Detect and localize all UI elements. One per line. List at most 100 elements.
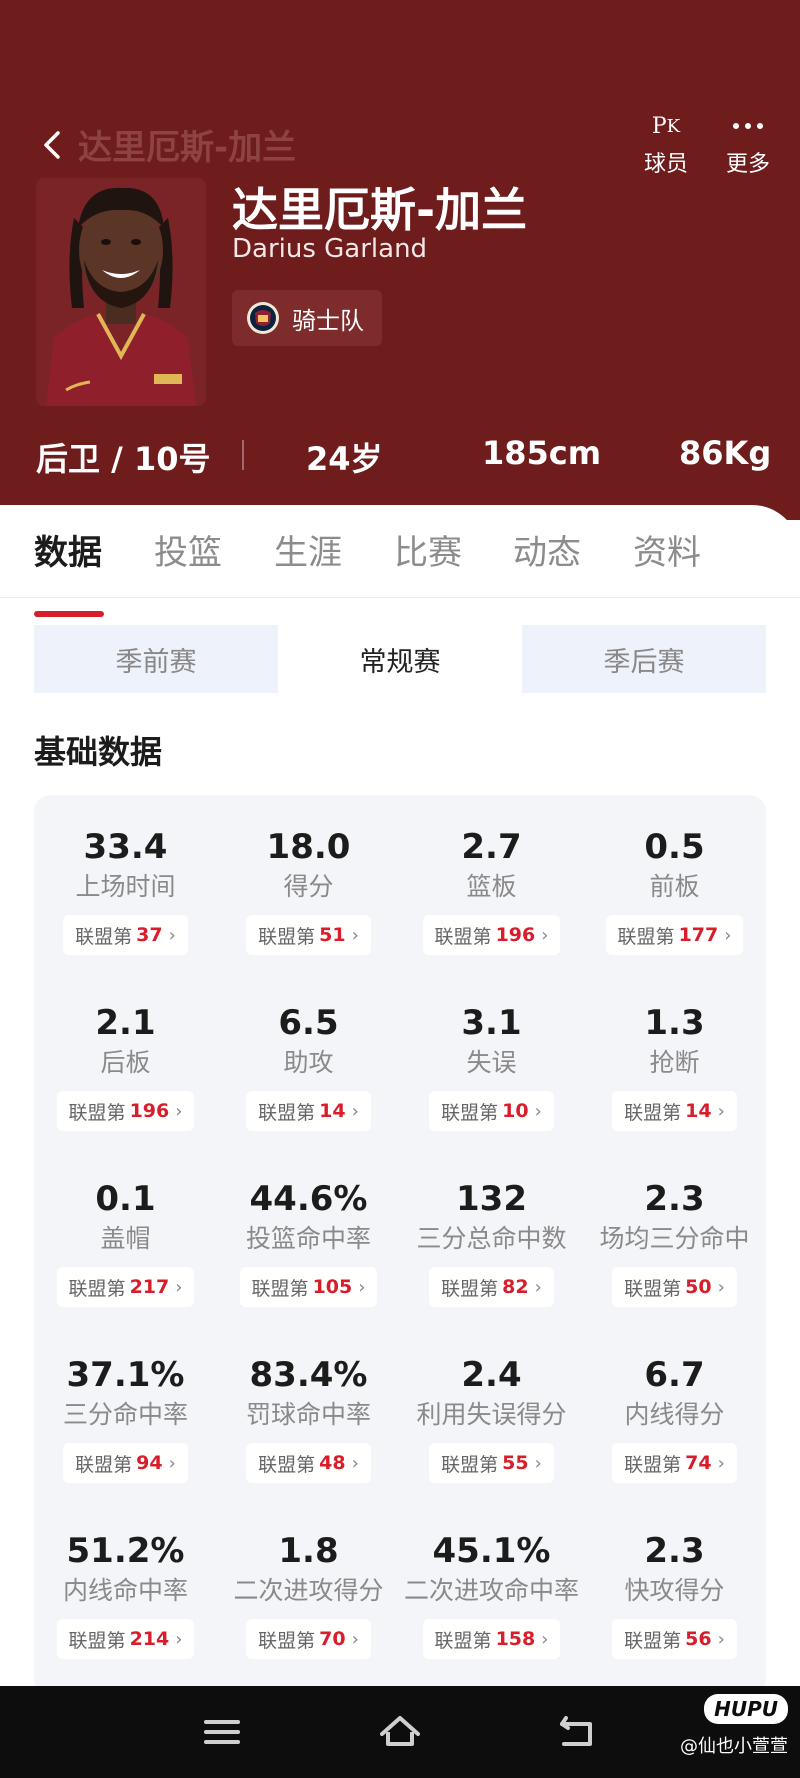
league-rank-button[interactable]: 联盟第 48 › [246, 1443, 371, 1483]
stat-value: 0.1 [95, 1179, 156, 1219]
stat-cell: 2.1 后板 联盟第 196 › [34, 971, 217, 1131]
league-rank-button[interactable]: 联盟第 105 › [239, 1267, 378, 1307]
section-title: 基础数据 [34, 733, 163, 771]
rank-prefix: 联盟第 [258, 925, 316, 948]
league-rank-button[interactable]: 联盟第 51 › [246, 915, 371, 955]
league-rank-button[interactable]: 联盟第 14 › [246, 1091, 371, 1131]
tab-news[interactable]: 动态 [513, 525, 581, 574]
tabs-divider [0, 597, 800, 598]
rank-prefix: 联盟第 [258, 1101, 316, 1124]
stat-cell: 18.0 得分 联盟第 51 › [217, 795, 400, 955]
league-rank-button[interactable]: 联盟第 10 › [429, 1091, 554, 1131]
back-nav-icon[interactable] [556, 1710, 600, 1754]
rank-prefix: 联盟第 [75, 925, 133, 948]
segment-regular-season[interactable]: 常规赛 [278, 625, 522, 693]
menu-icon[interactable] [200, 1710, 244, 1754]
league-rank-button[interactable]: 联盟第 74 › [612, 1443, 737, 1483]
header-title: 达里厄斯-加兰 [78, 128, 297, 168]
pk-icon: PK [651, 113, 681, 139]
rank-number: 37 [136, 924, 163, 946]
league-rank-button[interactable]: 联盟第 196 › [56, 1091, 195, 1131]
stat-label: 盖帽 [100, 1224, 151, 1253]
chevron-right-icon: › [541, 924, 549, 946]
rank-prefix: 联盟第 [624, 1453, 682, 1476]
rank-prefix: 联盟第 [75, 1453, 133, 1476]
rank-number: 14 [685, 1100, 712, 1122]
back-button[interactable]: 达里厄斯-加兰 [38, 120, 296, 169]
stat-value: 3.1 [461, 1003, 522, 1043]
stat-cell: 2.4 利用失误得分 联盟第 55 › [400, 1323, 583, 1483]
team-name: 骑士队 [292, 306, 364, 335]
stat-cell: 51.2% 内线命中率 联盟第 214 › [34, 1499, 217, 1659]
tab-shooting[interactable]: 投篮 [154, 525, 222, 574]
tab-profile[interactable]: 资料 [633, 525, 701, 574]
tab-games[interactable]: 比赛 [394, 525, 462, 574]
stats-grid: 33.4 上场时间 联盟第 37 › 18.0 得分 联盟第 51 › 2.7 篮板 联盟第 196 › 0.… [34, 795, 766, 1695]
stat-value: 45.1% [432, 1531, 551, 1571]
segment-playoffs[interactable]: 季后赛 [522, 625, 766, 693]
league-rank-button[interactable]: 联盟第 56 › [612, 1619, 737, 1659]
home-icon[interactable] [378, 1710, 422, 1754]
league-rank-button[interactable]: 联盟第 217 › [56, 1267, 195, 1307]
league-rank-button[interactable]: 联盟第 82 › [429, 1267, 554, 1307]
player-name-cn: 达里厄斯-加兰 [232, 183, 528, 237]
pk-button[interactable]: PK 球员 [644, 108, 688, 178]
stat-cell: 44.6% 投篮命中率 联盟第 105 › [217, 1147, 400, 1307]
tab-data[interactable]: 数据 [34, 525, 102, 574]
chevron-left-icon [44, 130, 60, 159]
rank-number: 82 [502, 1276, 529, 1298]
stat-cell: 6.5 助攻 联盟第 14 › [217, 971, 400, 1131]
player-name-en: Darius Garland [232, 234, 428, 264]
info-divider [242, 440, 244, 470]
player-age: 24岁 [306, 440, 383, 478]
rank-number: 196 [129, 1100, 170, 1122]
rank-number: 50 [685, 1276, 712, 1298]
chevron-right-icon: › [534, 1100, 542, 1122]
top-actions: PK 球员 更多 [644, 108, 770, 178]
stat-cell: 0.1 盖帽联盟第 217 › [34, 1147, 217, 1307]
stat-value: 6.7 [644, 1355, 705, 1395]
league-rank-button[interactable]: 联盟第 55 › [429, 1443, 554, 1483]
stat-label: 罚球命中率 [245, 1400, 371, 1429]
chevron-right-icon: › [175, 1100, 183, 1122]
league-rank-button[interactable]: 联盟第 196 › [422, 915, 561, 955]
stat-cell: 2.7 篮板 联盟第 196 › [400, 795, 583, 955]
chevron-right-icon: › [717, 1628, 725, 1650]
tab-career[interactable]: 生涯 [274, 525, 342, 574]
stat-value: 2.3 [644, 1179, 705, 1219]
chevron-right-icon: › [534, 1276, 542, 1298]
stat-label: 三分命中率 [62, 1400, 188, 1429]
stat-cell: 0.5 前板 联盟第 177 › [583, 795, 766, 955]
system-nav-bar: HUPU @仙也小萱萱 [0, 1686, 800, 1778]
league-rank-button[interactable]: 联盟第 214 › [56, 1619, 195, 1659]
league-rank-button[interactable]: 联盟第 50 › [612, 1267, 737, 1307]
more-button[interactable]: 更多 [726, 108, 770, 178]
rank-prefix: 联盟第 [624, 1101, 682, 1124]
pk-label: 球员 [643, 152, 688, 177]
stat-cell: 2.3 场均三分命中 联盟第 50 › [583, 1147, 766, 1307]
stat-value: 83.4% [249, 1355, 368, 1395]
league-rank-button[interactable]: 联盟第 37 › [63, 915, 188, 955]
chevron-right-icon: › [717, 1276, 725, 1298]
stat-cell: 33.4 上场时间 联盟第 37 › [34, 795, 217, 955]
league-rank-button[interactable]: 联盟第 177 › [605, 915, 744, 955]
stat-cell: 132 三分总命中数 联盟第 82 › [400, 1147, 583, 1307]
team-badge[interactable]: 骑士队 [232, 290, 382, 346]
league-rank-button[interactable]: 联盟第 14 › [612, 1091, 737, 1131]
league-rank-button[interactable]: 联盟第 70 › [246, 1619, 371, 1659]
league-rank-button[interactable]: 联盟第 94 › [63, 1443, 188, 1483]
rank-prefix: 联盟第 [617, 925, 675, 948]
stat-label: 三分总命中数 [416, 1224, 567, 1253]
rank-number: 70 [319, 1628, 346, 1650]
stat-label: 快攻得分 [624, 1576, 725, 1605]
segment-preseason[interactable]: 季前赛 [34, 625, 278, 693]
stat-label: 二次进攻得分 [233, 1576, 384, 1605]
stat-value: 1.3 [644, 1003, 705, 1043]
rank-prefix: 联盟第 [68, 1277, 126, 1300]
tab-bar: 数据 投篮 生涯 比赛 动态 资料 [0, 525, 800, 617]
chevron-right-icon: › [724, 924, 732, 946]
league-rank-button[interactable]: 联盟第 158 › [422, 1619, 561, 1659]
stat-cell: 2.3 快攻得分 联盟第 56 › [583, 1499, 766, 1659]
stat-value: 18.0 [266, 827, 351, 867]
rank-prefix: 联盟第 [251, 1277, 309, 1300]
